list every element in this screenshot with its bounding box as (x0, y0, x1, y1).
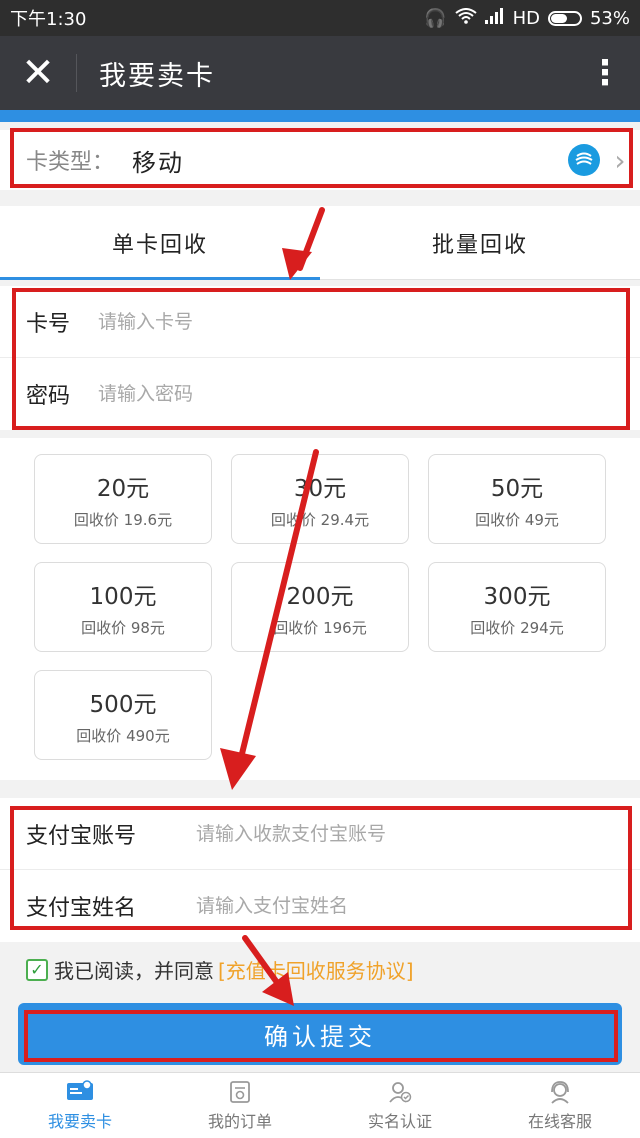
denomination-price: 回收价 49元 (475, 510, 559, 529)
nav-label: 我的订单 (207, 1111, 272, 1131)
more-vert-icon[interactable]: ⋮ (570, 53, 640, 93)
page-title: 我要卖卡 (99, 60, 215, 92)
agreement-link[interactable]: [充值卡回收服务协议] (218, 955, 414, 984)
alipay-name-row: 支付宝姓名 (0, 870, 640, 942)
card-type-selector[interactable]: 卡类型： 移动 › (0, 130, 640, 190)
denomination-price: 回收价 19.6元 (73, 510, 173, 529)
denomination-amount: 300元 (483, 583, 551, 610)
denomination-price: 回收价 196元 (273, 618, 367, 637)
card-icon (66, 1079, 94, 1108)
nav-support[interactable]: 在线客服 (480, 1073, 640, 1138)
nav-verify[interactable]: 实名认证 (320, 1073, 480, 1138)
network-type: HD (512, 7, 540, 29)
alipay-fields: 支付宝账号 支付宝姓名 (0, 798, 640, 942)
alipay-account-label: 支付宝账号 (26, 823, 137, 849)
tab-single[interactable]: 单卡回收 (0, 206, 320, 280)
alipay-name-label: 支付宝姓名 (26, 896, 137, 921)
denomination-price: 回收价 29.4元 (270, 510, 370, 529)
denomination-amount: 30元 (293, 475, 347, 502)
nav-label: 在线客服 (527, 1111, 592, 1131)
status-bar: 下午1:30 🎧 HD 53% (0, 0, 640, 36)
card-type-label: 卡类型： (26, 150, 115, 175)
close-icon[interactable]: ✕ (0, 36, 76, 110)
denomination-option[interactable]: 500元回收价 490元 (34, 670, 212, 760)
card-type-value: 移动 (132, 148, 185, 177)
password-row: 密码 (0, 358, 640, 430)
denomination-amount: 500元 (89, 691, 157, 718)
password-label: 密码 (26, 384, 71, 409)
denomination-option[interactable]: 50元回收价 49元 (428, 454, 606, 544)
denomination-amount: 200元 (286, 583, 354, 610)
bottom-nav: 我要卖卡 我的订单 实名认证 在线客服 (0, 1072, 640, 1138)
status-time: 下午1:30 (10, 9, 87, 30)
denomination-price: 回收价 490元 (76, 726, 170, 745)
denomination-option[interactable]: 300元回收价 294元 (428, 562, 606, 652)
submit-button[interactable]: 确认提交 (18, 1003, 622, 1065)
alipay-account-row: 支付宝账号 (0, 798, 640, 870)
denomination-price: 回收价 294元 (470, 618, 564, 637)
battery-percent: 53% (589, 7, 630, 29)
nav-label: 我要卖卡 (47, 1111, 112, 1131)
tab-batch[interactable]: 批量回收 (320, 206, 640, 279)
title-bar: ✕ 我要卖卡 ⋮ (0, 36, 640, 110)
denomination-amount: 20元 (96, 475, 150, 502)
support-icon (548, 1080, 572, 1108)
agreement-checkbox[interactable]: ✓ (26, 958, 48, 981)
nav-my-orders[interactable]: 我的订单 (160, 1073, 320, 1138)
agreement-text: 我已阅读，并同意 (54, 959, 214, 983)
accent-bar (0, 110, 640, 122)
card-number-input[interactable] (98, 310, 341, 333)
status-icons: 🎧 HD 53% (424, 7, 630, 29)
denomination-option[interactable]: 30元回收价 29.4元 (231, 454, 409, 544)
title-divider (76, 54, 77, 92)
denomination-price: 回收价 98元 (81, 618, 165, 637)
card-fields: 卡号 密码 (0, 286, 640, 430)
denomination-option[interactable]: 100元回收价 98元 (34, 562, 212, 652)
nav-label: 实名认证 (367, 1111, 432, 1131)
agreement-row: ✓ 我已阅读，并同意 [充值卡回收服务协议] (26, 955, 414, 984)
alipay-account-input[interactable] (196, 822, 596, 845)
denomination-option[interactable]: 200元回收价 196元 (231, 562, 409, 652)
denomination-grid: 20元 回收价 19.6元 30元 回收价 29.4元 50元 回收价 49元 100元 回收… (0, 438, 640, 780)
denomination-amount: 50元 (490, 475, 544, 502)
signal-icon (484, 7, 505, 29)
recycle-tabs: 单卡回收 批量回收 (0, 206, 640, 280)
card-number-row: 卡号 (0, 286, 640, 358)
verify-icon (388, 1080, 412, 1108)
card-number-label: 卡号 (26, 311, 71, 337)
password-input[interactable] (98, 383, 341, 405)
china-mobile-icon (568, 144, 600, 176)
denomination-option[interactable]: 20元回收价 19.6元 (34, 454, 212, 544)
headphones-icon: 🎧 (424, 7, 447, 29)
chevron-right-icon: › (614, 143, 626, 177)
battery-icon (547, 10, 582, 26)
wifi-icon (454, 7, 477, 29)
alipay-name-input[interactable] (196, 895, 596, 917)
denomination-amount: 100元 (89, 583, 157, 610)
nav-sell-card[interactable]: 我要卖卡 (0, 1073, 160, 1138)
order-icon (229, 1080, 251, 1108)
